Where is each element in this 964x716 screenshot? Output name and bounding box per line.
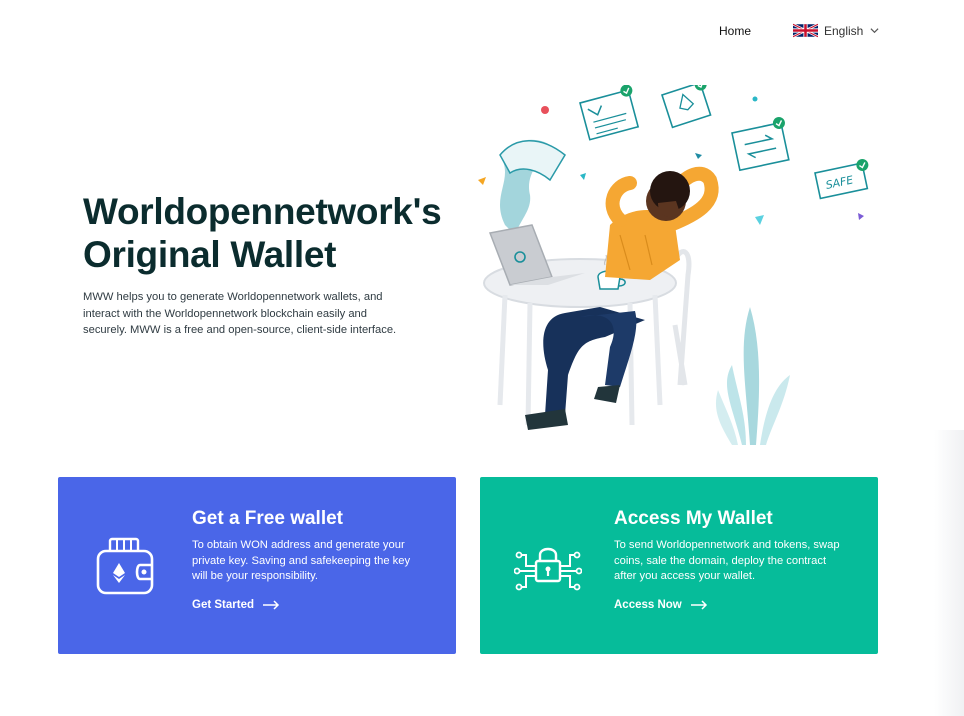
get-started-label: Get Started	[192, 599, 254, 611]
access-wallet-description: To send Worldopennetwork and tokens, swa…	[614, 539, 840, 582]
hero-illustration: SAFE	[478, 85, 869, 445]
access-wallet-card[interactable]: Access My Wallet To send Worldopennetwor…	[480, 477, 878, 654]
access-now-label: Access Now	[614, 599, 682, 611]
nav-home-link[interactable]: Home	[719, 24, 751, 38]
hero-description: MWW helps you to generate Worldopennetwo…	[83, 291, 397, 336]
uk-flag-icon	[793, 23, 818, 38]
chevron-down-icon	[870, 28, 879, 34]
free-wallet-description: To obtain WON address and generate your …	[192, 539, 411, 582]
lock-circuit-icon	[514, 547, 582, 591]
get-started-link[interactable]: Get Started	[192, 599, 280, 611]
free-wallet-card[interactable]: Get a Free wallet To obtain WON address …	[58, 477, 456, 654]
access-wallet-title: Access My Wallet	[614, 508, 773, 529]
hero-title-line1: Worldopennetwork's	[83, 191, 442, 232]
edge-shadow	[934, 430, 964, 716]
hero-title: Worldopennetwork's Original Wallet	[83, 190, 503, 276]
wallet-icon	[96, 537, 154, 595]
hero-title-line2: Original Wallet	[83, 234, 337, 275]
language-selector[interactable]: English	[793, 23, 879, 38]
language-label: English	[824, 23, 864, 38]
free-wallet-title: Get a Free wallet	[192, 508, 344, 529]
access-now-link[interactable]: Access Now	[614, 599, 708, 611]
arrow-right-icon	[263, 600, 280, 610]
arrow-right-icon	[690, 600, 707, 610]
top-nav: Home English	[0, 0, 964, 64]
